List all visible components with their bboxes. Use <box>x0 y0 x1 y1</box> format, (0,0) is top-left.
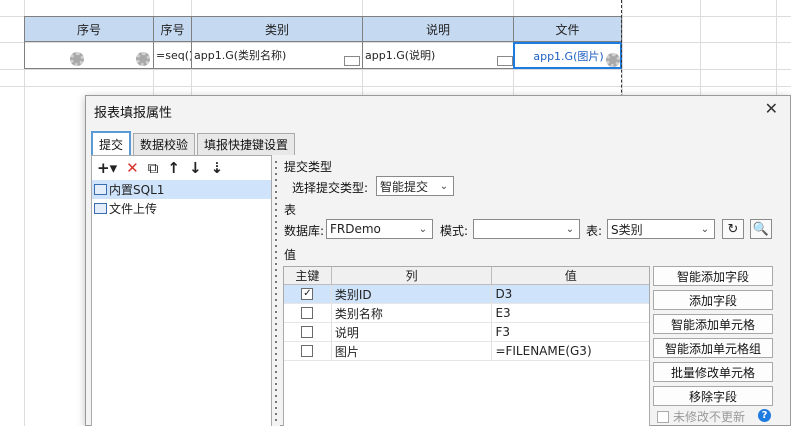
primary-key-checkbox[interactable]: ✓ <box>301 288 314 300</box>
data-cell-category[interactable]: app1.G(类别名称) <box>191 42 362 69</box>
database-select[interactable]: FRDemo ⌄ <box>326 219 433 239</box>
submit-item-label: 文件上传 <box>109 202 158 216</box>
gear-icon <box>606 53 620 67</box>
schema-label: 模式: <box>440 224 469 238</box>
dialog-title: 报表填报属性 <box>94 106 173 121</box>
move-down-icon[interactable]: ↓ <box>189 159 202 177</box>
pane-splitter[interactable] <box>272 155 280 426</box>
database-label: 数据库: <box>284 224 325 238</box>
submit-type-select[interactable]: 智能提交 ⌄ <box>376 176 454 196</box>
data-cell-seq[interactable]: =seq() <box>153 42 191 69</box>
grid-line <box>0 86 791 87</box>
submit-list-toolbar: +▾ ✕ ⧉ ↑ ↓ ⇣ <box>92 156 271 180</box>
table-row[interactable]: ✓ 类别ID D3 <box>284 285 649 304</box>
section-value: 值 <box>284 248 297 262</box>
row-column[interactable]: 说明 <box>332 323 493 341</box>
row-value[interactable]: F3 <box>492 323 649 341</box>
table-value: S类别 <box>611 222 643 237</box>
column-header-key[interactable]: 主键 <box>284 267 332 284</box>
table-row[interactable]: 图片 =FILENAME(G3) <box>284 342 649 361</box>
smart-add-cell-button[interactable]: 智能添加单元格 <box>653 314 773 334</box>
table-row[interactable]: 类别名称 E3 <box>284 304 649 323</box>
data-cell-a[interactable] <box>24 42 153 69</box>
chevron-down-icon: ⌄ <box>565 223 575 235</box>
schema-select[interactable]: ⌄ <box>473 219 580 239</box>
header-cell-file[interactable]: 文件 <box>513 16 622 42</box>
preview-table-button[interactable]: 🔍 <box>750 219 772 239</box>
chevron-down-icon: ⌄ <box>418 223 428 235</box>
preview-icon: 🔍 <box>752 221 770 237</box>
add-dropdown-button[interactable]: +▾ <box>97 159 117 177</box>
section-table: 表 <box>284 203 297 217</box>
tab-submit[interactable]: 提交 <box>91 131 132 155</box>
row-column[interactable]: 类别ID <box>332 285 493 303</box>
header-cell-seq-2[interactable]: 序号 <box>153 16 191 42</box>
database-value: FRDemo <box>330 222 381 236</box>
gear-icon <box>136 52 150 66</box>
refresh-button[interactable]: ↻ <box>722 219 744 239</box>
section-submit-type: 提交类型 <box>284 160 333 174</box>
help-icon[interactable]: ? <box>758 409 771 422</box>
submit-settings-pane: 提交类型 选择提交类型: 智能提交 ⌄ 表 数据库: FRDemo ⌄ 模式: … <box>280 155 791 426</box>
row-value[interactable]: E3 <box>492 304 649 322</box>
primary-key-checkbox[interactable] <box>301 345 314 357</box>
column-header-column[interactable]: 列 <box>332 267 493 284</box>
data-cell-file-selected[interactable]: app1.G(图片) <box>513 42 622 69</box>
submit-item-label: 内置SQL1 <box>109 183 165 197</box>
move-up-icon[interactable]: ↑ <box>167 159 180 177</box>
header-cell-category[interactable]: 类别 <box>191 16 362 42</box>
report-fill-properties-dialog: 报表填报属性 ✕ 提交 数据校验 填报快捷键设置 +▾ ✕ ⧉ ↑ ↓ ⇣ 内置… <box>85 95 791 426</box>
table-label: 表: <box>586 224 603 238</box>
table-select[interactable]: S类别 ⌄ <box>607 219 715 239</box>
smart-add-cell-group-button[interactable]: 智能添加单元格组 <box>653 338 773 358</box>
refresh-icon: ↻ <box>727 221 739 237</box>
cell-widget-icon <box>344 56 360 66</box>
unchanged-no-update-option[interactable]: 未修改不更新 <box>657 408 745 425</box>
row-value[interactable]: D3 <box>492 285 649 303</box>
table-row[interactable]: 说明 F3 <box>284 323 649 342</box>
database-icon <box>94 203 107 214</box>
database-icon <box>94 184 107 195</box>
close-icon[interactable]: ✕ <box>765 99 778 118</box>
unchanged-no-update-label: 未修改不更新 <box>673 410 746 424</box>
primary-key-checkbox[interactable] <box>301 326 314 338</box>
data-cell-description[interactable]: app1.G(说明) <box>362 42 513 69</box>
row-column[interactable]: 类别名称 <box>332 304 493 322</box>
add-field-button[interactable]: 添加字段 <box>653 290 773 310</box>
smart-add-field-button[interactable]: 智能添加字段 <box>653 266 773 286</box>
batch-edit-cells-button[interactable]: 批量修改单元格 <box>653 362 773 382</box>
header-cell-description[interactable]: 说明 <box>362 16 513 42</box>
submit-list-pane: +▾ ✕ ⧉ ↑ ↓ ⇣ 内置SQL1 文件上传 <box>91 155 272 426</box>
submit-item-file-upload[interactable]: 文件上传 <box>92 199 271 218</box>
chevron-down-icon: ⌄ <box>439 180 449 192</box>
field-action-buttons: 智能添加字段 添加字段 智能添加单元格 智能添加单元格组 批量修改单元格 移除字… <box>653 266 773 410</box>
gear-icon <box>70 52 84 66</box>
chevron-down-icon: ⌄ <box>700 223 710 235</box>
row-value[interactable]: =FILENAME(G3) <box>492 342 649 360</box>
sort-icon[interactable]: ⇣ <box>211 159 224 177</box>
tab-shortcut-settings[interactable]: 填报快捷键设置 <box>197 133 296 155</box>
unchanged-no-update-checkbox[interactable] <box>657 410 669 423</box>
tab-data-validation[interactable]: 数据校验 <box>133 133 196 155</box>
delete-icon[interactable]: ✕ <box>126 159 139 177</box>
copy-icon[interactable]: ⧉ <box>148 159 159 177</box>
cell-widget-icon <box>497 56 513 66</box>
row-column[interactable]: 图片 <box>332 342 493 360</box>
dialog-tabs: 提交 数据校验 填报快捷键设置 <box>91 131 297 155</box>
table-header: 主键 列 值 <box>284 267 649 285</box>
submit-item-sql1[interactable]: 内置SQL1 <box>92 180 271 199</box>
grid-line <box>0 69 791 70</box>
field-mapping-table: 主键 列 值 ✓ 类别ID D3 类别名称 E3 说明 F3 图片 =FILEN… <box>283 266 650 426</box>
primary-key-checkbox[interactable] <box>301 307 314 319</box>
submit-type-value: 智能提交 <box>380 179 429 194</box>
header-cell-seq[interactable]: 序号 <box>24 16 153 42</box>
remove-field-button[interactable]: 移除字段 <box>653 386 773 406</box>
submit-type-label: 选择提交类型: <box>292 181 369 195</box>
column-header-value[interactable]: 值 <box>492 267 649 284</box>
